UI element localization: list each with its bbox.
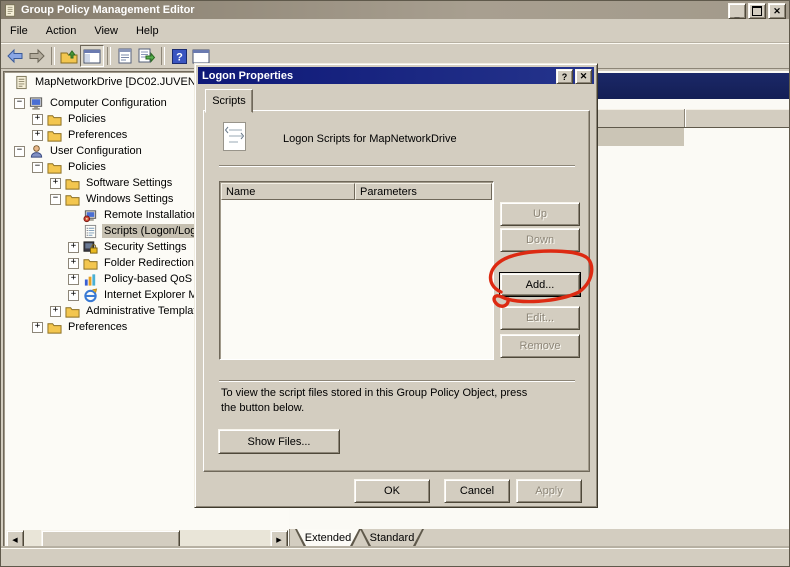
up-button[interactable]: Up bbox=[500, 202, 580, 226]
scripts-icon bbox=[84, 224, 97, 238]
folder-icon bbox=[47, 162, 62, 174]
logon-properties-dialog: Logon Properties ? ✕ Scripts Logon Scrip… bbox=[194, 63, 598, 508]
menu-view[interactable]: View bbox=[85, 22, 127, 40]
forward-icon[interactable] bbox=[26, 46, 48, 66]
gpo-scroll-icon bbox=[16, 75, 27, 89]
down-button[interactable]: Down bbox=[500, 228, 580, 252]
remove-button[interactable]: Remove bbox=[500, 334, 580, 358]
dialog-heading: Logon Scripts for MapNetworkDrive bbox=[283, 133, 457, 145]
show-console-tree-icon[interactable] bbox=[80, 45, 104, 67]
scroll-right-icon[interactable]: ▶ bbox=[270, 530, 288, 549]
expand-icon[interactable]: + bbox=[32, 113, 43, 125]
tab-scripts[interactable]: Scripts bbox=[205, 89, 253, 113]
list-header: Name Parameters bbox=[221, 183, 492, 200]
scripts-list[interactable]: Name Parameters bbox=[219, 181, 494, 360]
tab-extended[interactable]: Extended bbox=[295, 529, 361, 547]
help-icon[interactable]: ? bbox=[168, 46, 190, 66]
tab-standard[interactable]: Standard bbox=[360, 529, 424, 547]
expand-icon[interactable]: + bbox=[32, 321, 43, 333]
toolbar-separator bbox=[107, 47, 111, 65]
toolbar-separator bbox=[51, 47, 55, 65]
security-icon bbox=[83, 240, 98, 254]
collapse-icon[interactable]: − bbox=[14, 97, 25, 109]
selected-tree-item-label: Scripts (Logon/Logo bbox=[102, 224, 205, 238]
internet-explorer-icon bbox=[84, 287, 98, 302]
expand-icon[interactable]: + bbox=[68, 273, 79, 285]
expand-icon[interactable]: + bbox=[50, 177, 61, 189]
collapse-icon[interactable]: − bbox=[50, 193, 61, 205]
close-button[interactable]: ✕ bbox=[768, 3, 786, 19]
collapse-icon[interactable]: − bbox=[32, 161, 43, 173]
folder-icon bbox=[65, 178, 80, 190]
column-parameters[interactable]: Parameters bbox=[355, 183, 492, 200]
menu-file[interactable]: File bbox=[1, 22, 37, 40]
cancel-button[interactable]: Cancel bbox=[444, 479, 510, 503]
window-title: Group Policy Management Editor bbox=[21, 4, 195, 16]
collapse-icon[interactable]: − bbox=[14, 145, 25, 157]
status-bar bbox=[1, 548, 789, 566]
app-scroll-icon bbox=[5, 3, 15, 17]
folder-icon bbox=[47, 322, 62, 334]
show-files-button[interactable]: Show Files... bbox=[218, 429, 340, 454]
toolbar-separator bbox=[161, 47, 165, 65]
add-button[interactable]: Add... bbox=[500, 273, 580, 296]
folder-icon bbox=[47, 114, 62, 126]
menu-action[interactable]: Action bbox=[37, 22, 86, 40]
window-titlebar: Group Policy Management Editor _ ✕ bbox=[1, 1, 789, 19]
folder-icon bbox=[65, 194, 80, 206]
note-text-line1: To view the script files stored in this … bbox=[221, 387, 528, 399]
maximize-button[interactable] bbox=[748, 3, 766, 19]
menu-help[interactable]: Help bbox=[127, 22, 168, 40]
minimize-button[interactable]: _ bbox=[728, 3, 746, 19]
expand-icon[interactable]: + bbox=[50, 305, 61, 317]
column-name[interactable]: Name bbox=[221, 183, 355, 200]
view-tab-strip: Extended Standard bbox=[289, 529, 789, 548]
expand-icon[interactable]: + bbox=[68, 241, 79, 253]
remote-install-icon bbox=[83, 209, 97, 222]
separator bbox=[219, 380, 575, 382]
column-divider[interactable] bbox=[684, 109, 686, 127]
dialog-help-icon[interactable]: ? bbox=[556, 69, 573, 84]
note-text-line2: the button below. bbox=[221, 402, 305, 414]
horizontal-scrollbar[interactable]: ◀ ▶ bbox=[6, 530, 288, 549]
qos-chart-icon bbox=[84, 273, 96, 286]
expand-icon[interactable]: + bbox=[68, 289, 79, 301]
user-icon bbox=[30, 144, 43, 158]
expand-icon[interactable]: + bbox=[68, 257, 79, 269]
group-policy-editor-window: Group Policy Management Editor _ ✕ File … bbox=[0, 0, 790, 567]
properties-icon[interactable] bbox=[114, 46, 136, 66]
expand-icon[interactable]: + bbox=[32, 129, 43, 141]
separator bbox=[219, 165, 575, 167]
dialog-titlebar: Logon Properties ? ✕ bbox=[198, 67, 594, 84]
dialog-close-icon[interactable]: ✕ bbox=[575, 69, 592, 84]
up-one-level-icon[interactable] bbox=[58, 46, 80, 66]
folder-icon bbox=[83, 258, 98, 270]
apply-button[interactable]: Apply bbox=[516, 479, 582, 503]
folder-icon bbox=[47, 130, 62, 142]
script-file-icon bbox=[223, 122, 246, 151]
edit-button[interactable]: Edit... bbox=[500, 306, 580, 330]
back-icon[interactable] bbox=[4, 46, 26, 66]
dialog-title: Logon Properties bbox=[202, 69, 294, 82]
menu-bar: File Action View Help bbox=[1, 20, 789, 43]
computer-icon bbox=[29, 96, 43, 110]
folder-icon bbox=[65, 306, 80, 318]
scrollbar-thumb[interactable] bbox=[41, 530, 180, 549]
scroll-left-icon[interactable]: ◀ bbox=[6, 530, 24, 549]
svg-text:?: ? bbox=[176, 51, 183, 63]
ok-button[interactable]: OK bbox=[354, 479, 430, 503]
export-list-icon[interactable] bbox=[136, 46, 158, 66]
